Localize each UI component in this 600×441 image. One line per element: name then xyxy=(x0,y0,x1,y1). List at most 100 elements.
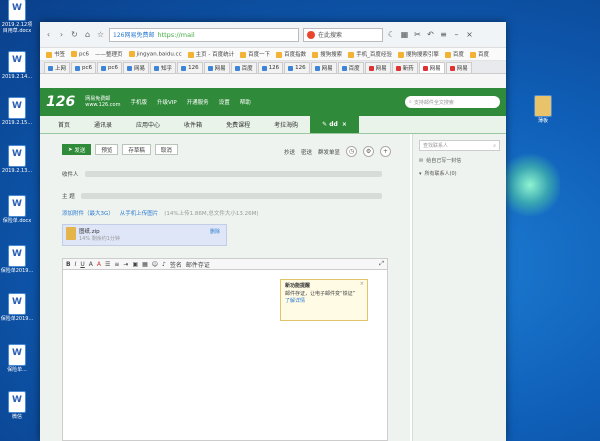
desktop-icon-5[interactable]: 保险单.docx xyxy=(0,196,34,224)
gear-icon[interactable]: ⚙ xyxy=(363,146,375,157)
bookmark-item[interactable]: 手机_百度经验 xyxy=(348,50,392,58)
desktop-icon-6[interactable]: 保险单2019... xyxy=(0,246,34,274)
clock-icon[interactable]: ◷ xyxy=(346,146,358,157)
list-icon[interactable]: ☰ xyxy=(105,261,110,268)
browser-tab-active[interactable]: 网易 xyxy=(418,62,445,73)
font-color-icon[interactable]: A xyxy=(97,261,101,268)
bookmark-item[interactable]: ——整理页 xyxy=(95,50,123,58)
browser-tab[interactable]: 新药 xyxy=(391,62,418,73)
desktop-icon-1[interactable]: 2019.2.12项目用草.docx xyxy=(0,0,34,34)
home-icon[interactable]: ⌂ xyxy=(83,30,92,39)
browser-search[interactable]: 在此搜索 xyxy=(303,27,383,42)
delete-attachment-link[interactable]: 删除 xyxy=(210,228,220,235)
add-attachment-link[interactable]: 添加附件（最大3G） xyxy=(62,209,114,217)
bookmark-item[interactable]: 书签 xyxy=(46,50,65,58)
expand-icon[interactable]: ⤢ xyxy=(379,260,384,268)
tab-inbox[interactable]: 收件箱 xyxy=(172,116,214,133)
moon-icon[interactable]: ☾ xyxy=(387,30,396,39)
table-icon[interactable]: ▦ xyxy=(142,261,148,268)
learn-more-link[interactable]: 了解详情 xyxy=(285,298,305,304)
browser-tab[interactable]: 网易 xyxy=(310,62,337,73)
mic-icon[interactable]: ♪ xyxy=(162,261,166,268)
mail-search-input[interactable]: ⌕ 支持邮件全文搜索 xyxy=(405,96,500,108)
close-window-icon[interactable]: × xyxy=(465,30,474,39)
evidence-label[interactable]: 邮件存证 xyxy=(186,260,210,269)
reload-icon[interactable]: ↻ xyxy=(70,30,79,39)
scissors-icon[interactable]: ✂ xyxy=(413,30,422,39)
header-link-vip[interactable]: 升级VIP xyxy=(157,98,177,106)
write-to-self-link[interactable]: ✉ 给自己写一封信 xyxy=(419,157,500,165)
tab-apps[interactable]: 应用中心 xyxy=(124,116,172,133)
save-draft-button[interactable]: 存草稿 xyxy=(122,144,151,155)
cancel-button[interactable]: 取消 xyxy=(154,144,178,155)
header-link-settings[interactable]: 设置 xyxy=(219,98,230,106)
tab-contacts[interactable]: 通讯录 xyxy=(82,116,124,133)
preview-button[interactable]: 预览 xyxy=(95,144,119,155)
bookmark-item[interactable]: 搜狗搜索引擎 xyxy=(397,50,439,58)
browser-tab[interactable]: 上网 xyxy=(44,62,71,73)
browser-tab[interactable]: 126 xyxy=(257,62,284,73)
browser-tab[interactable]: 百度 xyxy=(337,62,364,73)
all-contacts-toggle[interactable]: ▾ 所有联系人(0) xyxy=(419,170,500,178)
grid-icon[interactable]: ▦ xyxy=(400,30,409,39)
back-icon[interactable]: ‹ xyxy=(44,30,53,39)
separate-send-link[interactable]: 群发单显 xyxy=(318,148,340,156)
contact-search-input[interactable]: 查找联系人 ⌕ xyxy=(419,140,500,151)
browser-tab[interactable]: 网易 xyxy=(203,62,230,73)
forward-icon[interactable]: › xyxy=(57,30,66,39)
minimize-icon[interactable]: – xyxy=(452,30,461,39)
to-field[interactable] xyxy=(84,171,382,177)
upload-from-phone-link[interactable]: 从手机上传图片 xyxy=(120,209,159,217)
browser-tab[interactable]: pc6 xyxy=(71,62,97,73)
underline-icon[interactable]: U xyxy=(80,261,84,268)
browser-tab[interactable]: 网易 xyxy=(445,62,472,73)
header-link-mobile[interactable]: 手机版 xyxy=(130,98,147,106)
address-bar[interactable]: 126网易免费邮 https://mail xyxy=(109,27,299,42)
desktop-icon-2[interactable]: 2019.2.14... xyxy=(0,52,34,80)
bookmark-item[interactable]: jingyan.baidu.cc xyxy=(128,50,182,57)
bookmark-item[interactable]: pc6 xyxy=(71,50,89,57)
desktop-icon-9[interactable]: 微信 xyxy=(0,392,34,420)
bookmark-item[interactable]: 主页 - 百度统计 xyxy=(187,50,234,58)
browser-tab[interactable]: 网易 xyxy=(123,62,150,73)
menu-icon[interactable]: ≡ xyxy=(439,30,448,39)
browser-tab[interactable]: 百度 xyxy=(230,62,257,73)
send-button[interactable]: ➤ 发送 xyxy=(62,144,92,155)
close-tab-icon[interactable]: × xyxy=(342,121,347,128)
browser-tab[interactable]: 知乎 xyxy=(150,62,177,73)
image-icon[interactable]: ▣ xyxy=(132,261,138,268)
subject-field[interactable] xyxy=(80,193,382,199)
mail-logo[interactable]: 126 xyxy=(46,94,75,110)
add-contact-icon[interactable]: + xyxy=(380,146,392,157)
bookmark-item[interactable]: 百度 xyxy=(469,50,489,58)
italic-icon[interactable]: I xyxy=(75,261,77,268)
align-icon[interactable]: ≡ xyxy=(114,261,119,268)
cc-link[interactable]: 抄送 xyxy=(284,148,295,156)
tab-kaola[interactable]: 考拉海购 xyxy=(262,116,310,133)
header-link-help[interactable]: 帮助 xyxy=(240,98,251,106)
bookmark-item[interactable]: 搜狗搜索 xyxy=(312,50,342,58)
desktop-icon-7[interactable]: 保险单2019... xyxy=(0,294,34,322)
tab-compose-dd[interactable]: ✎ dd × xyxy=(310,116,359,133)
browser-tab[interactable]: pc6 xyxy=(97,62,123,73)
header-link-services[interactable]: 开通服务 xyxy=(187,98,209,106)
bcc-link[interactable]: 密送 xyxy=(301,148,312,156)
undo-icon[interactable]: ↶ xyxy=(426,30,435,39)
bold-icon[interactable]: B xyxy=(66,261,71,268)
bookmark-item[interactable]: 百度指数 xyxy=(276,50,306,58)
desktop-icon-4[interactable]: 2019.2.13... xyxy=(0,146,34,174)
signature-label[interactable]: 签名 xyxy=(170,260,182,269)
desktop-icon-3[interactable]: 2019.2.15... xyxy=(0,98,34,126)
star-icon[interactable]: ☆ xyxy=(96,30,105,39)
browser-tab[interactable]: 网易 xyxy=(364,62,391,73)
indent-icon[interactable]: ⇥ xyxy=(123,261,128,268)
browser-tab[interactable]: 126 xyxy=(177,62,203,73)
bookmark-item[interactable]: 百度 xyxy=(444,50,464,58)
close-popup-icon[interactable]: × xyxy=(360,281,364,288)
tab-courses[interactable]: 免费课程 xyxy=(214,116,262,133)
font-size-icon[interactable]: A xyxy=(89,261,93,268)
bookmark-item[interactable]: 百度一下 xyxy=(240,50,270,58)
tab-home[interactable]: 首页 xyxy=(46,116,82,133)
desktop-icon-8[interactable]: 保险单... xyxy=(0,345,34,373)
desktop-icon-10[interactable]: 薄板 xyxy=(526,96,560,124)
